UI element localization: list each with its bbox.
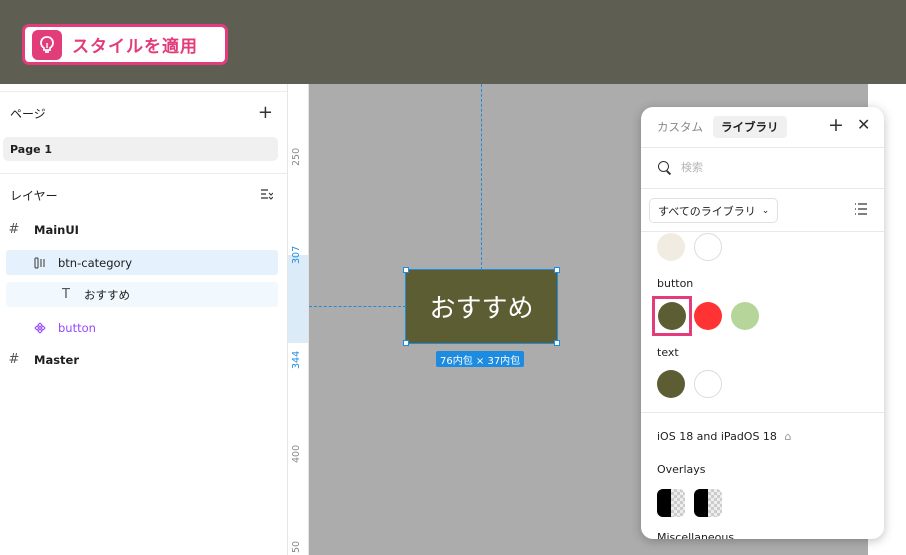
layer-label: おすすめ [84, 287, 130, 302]
guide-line-vertical [481, 84, 482, 270]
frame-icon: # [8, 222, 20, 237]
tab-library[interactable]: ライブラリ [713, 116, 787, 138]
tip-badge: スタイルを適用 [22, 24, 228, 65]
close-icon[interactable]: ✕ [857, 117, 870, 133]
group-label-text: text [657, 346, 679, 359]
resize-handle-bottom-right[interactable] [554, 340, 560, 346]
ruler-label: 50 [291, 540, 302, 553]
color-styles-panel: カスタム ライブラリ + ✕ 検索 すべてのライブラリ ⌄ button tex… [641, 107, 884, 539]
library-select-label: すべてのライブラリ [658, 204, 756, 218]
color-swatch[interactable] [657, 233, 685, 261]
ruler-label-selection-end: 344 [291, 350, 302, 369]
ruler-label: 400 [291, 444, 302, 463]
guide-line-horizontal [309, 306, 406, 307]
top-bar: スタイルを適用 [0, 0, 906, 84]
library-select[interactable]: すべてのライブラリ ⌄ [649, 198, 779, 223]
layer-options-icon[interactable] [260, 186, 274, 205]
ruler-label: 250 [291, 147, 302, 166]
divider [641, 231, 884, 232]
divider [641, 412, 884, 413]
layer-item-mainui[interactable]: # MainUI [6, 217, 278, 242]
left-sidebar: ページ + Page 1 レイヤー # MainUI btn-category … [0, 84, 288, 555]
group-label-button: button [657, 277, 694, 290]
chevron-down-icon: ⌄ [761, 205, 770, 216]
add-page-icon[interactable]: + [258, 104, 273, 122]
layer-item-master[interactable]: # Master [6, 347, 278, 372]
layer-item-button[interactable]: button [6, 315, 278, 340]
overlays-label: Overlays [657, 463, 706, 476]
auto-layout-icon [32, 256, 48, 269]
tip-label: スタイルを適用 [72, 37, 198, 57]
ruler-label-selection-start: 307 [291, 245, 302, 264]
library-name: iOS 18 and iPadOS 18 ⌂ [657, 430, 792, 443]
layer-label: MainUI [34, 222, 79, 237]
layer-item-text[interactable]: T おすすめ [6, 282, 278, 307]
search-input[interactable]: 検索 [681, 159, 703, 175]
text-icon: T [62, 287, 70, 302]
color-swatch-button-green[interactable] [731, 302, 759, 330]
size-badge: 76内包 × 37内包 [436, 351, 525, 367]
resize-handle-top-right[interactable] [554, 267, 560, 273]
layers-title: レイヤー [10, 189, 58, 203]
tab-custom[interactable]: カスタム [649, 116, 711, 138]
resize-handle-top-left[interactable] [403, 267, 409, 273]
page-item[interactable]: Page 1 [3, 137, 278, 161]
divider [641, 147, 884, 148]
divider [0, 173, 287, 174]
layer-label: Master [34, 352, 80, 367]
ruler-selection [288, 255, 308, 343]
layer-label: button [58, 320, 96, 335]
resize-handle-bottom-left[interactable] [403, 340, 409, 346]
vertical-ruler: 250 307 344 400 50 [288, 84, 309, 555]
misc-label: Miscellaneous [657, 531, 735, 539]
search-icon [658, 161, 669, 172]
color-swatch[interactable] [694, 233, 722, 261]
divider [641, 188, 884, 189]
pages-title: ページ [10, 107, 46, 121]
library-icon: ⌂ [784, 430, 792, 443]
selected-button-frame[interactable]: おすすめ [405, 269, 558, 344]
button-text[interactable]: おすすめ [429, 288, 533, 325]
frame-icon: # [8, 352, 20, 367]
divider [0, 91, 287, 92]
highlight-box [652, 296, 692, 336]
color-swatch-text-dark[interactable] [657, 370, 685, 398]
layer-label: btn-category [58, 255, 133, 270]
component-icon [32, 321, 48, 334]
add-style-icon[interactable]: + [828, 116, 844, 135]
list-view-icon[interactable] [854, 203, 867, 217]
lightbulb-icon [32, 29, 62, 60]
overlay-swatch[interactable] [657, 489, 685, 517]
page-item-label: Page 1 [10, 142, 53, 156]
layer-item-btn-category[interactable]: btn-category [6, 250, 278, 275]
color-swatch-text-white[interactable] [694, 370, 722, 398]
overlay-swatch[interactable] [694, 489, 722, 517]
color-swatch-button-red[interactable] [694, 302, 722, 330]
